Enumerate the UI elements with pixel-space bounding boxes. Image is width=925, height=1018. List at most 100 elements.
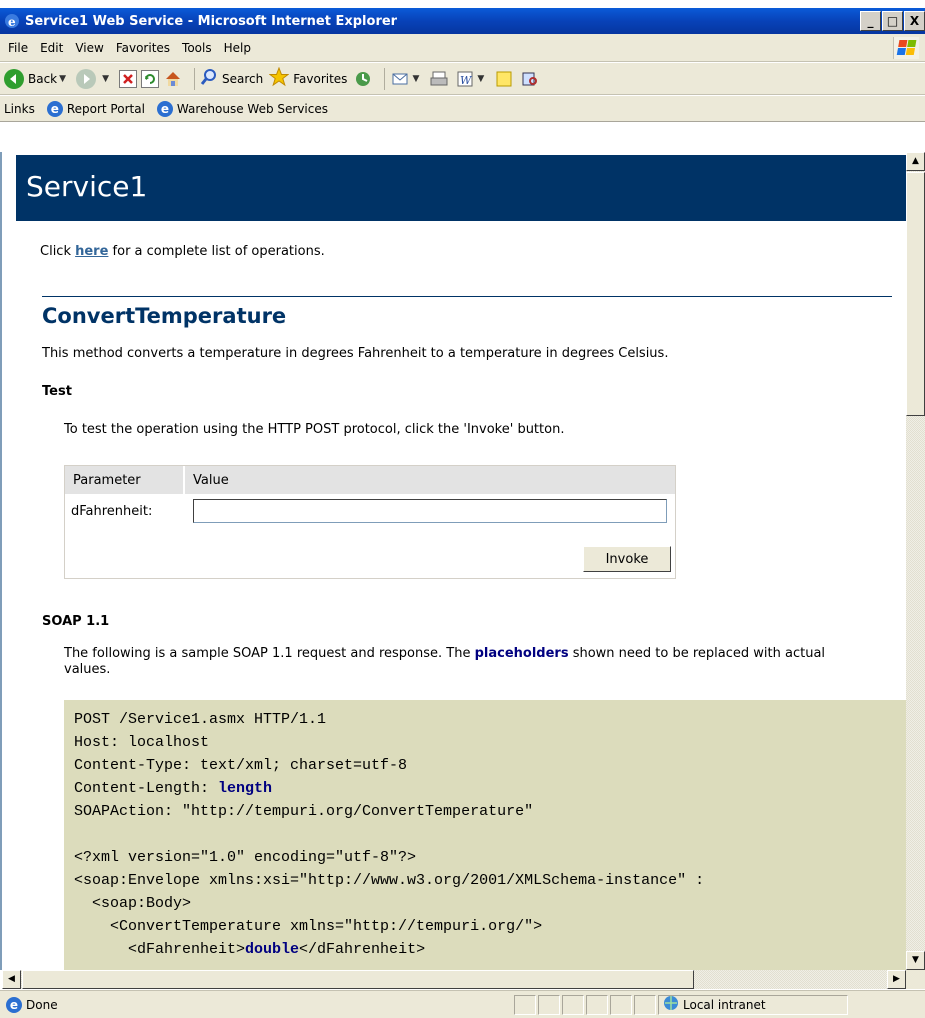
status-pane (610, 994, 632, 1015)
minimize-button[interactable]: _ (860, 11, 881, 31)
note-icon[interactable] (494, 69, 514, 89)
code-line: </dFahrenheit> (299, 941, 426, 958)
vertical-scroll-thumb[interactable] (906, 172, 925, 416)
service-banner: Service1 (16, 155, 906, 221)
scroll-right-button[interactable]: ▶ (887, 970, 906, 989)
links-bar: Links e Report Portal e Warehouse Web Se… (0, 96, 925, 122)
research-icon[interactable] (520, 69, 540, 89)
intro-prefix: Click (40, 244, 76, 259)
chevron-down-icon[interactable]: ▼ (477, 74, 484, 84)
code-line: <soap:Body> (74, 895, 192, 912)
search-button[interactable]: Search (200, 68, 263, 89)
windows-flag-icon (893, 37, 919, 59)
operations-list-link[interactable]: here (75, 244, 108, 259)
links-label: Links (4, 101, 35, 116)
search-label: Search (221, 71, 264, 86)
code-line: Content-Length: (74, 780, 219, 797)
search-icon (200, 68, 218, 89)
favorites-label: Favorites (293, 71, 348, 86)
intro-text: Click here for a complete list of operat… (40, 244, 325, 259)
menu-bar: File Edit View Favorites Tools Help (0, 34, 925, 62)
operation-title: ConvertTemperature (42, 304, 287, 328)
mail-icon[interactable]: ▼ (390, 69, 423, 89)
status-pane (538, 994, 560, 1015)
operation-description: This method converts a temperature in de… (42, 346, 669, 361)
status-bar: e Done Local intranet (0, 990, 925, 1018)
menu-edit[interactable]: Edit (40, 41, 63, 55)
scroll-down-button[interactable]: ▼ (906, 951, 925, 970)
code-placeholder-length: length (218, 780, 273, 797)
svg-text:e: e (8, 15, 16, 29)
toolbar-separator (193, 67, 195, 90)
ie-page-icon: e (6, 996, 22, 1013)
refresh-icon[interactable] (140, 69, 159, 88)
back-arrow-icon (4, 68, 24, 89)
code-line: <dFahrenheit> (74, 941, 246, 958)
soap-request-code: POST /Service1.asmx HTTP/1.1 Host: local… (64, 700, 906, 970)
page-viewport: Service1 Click here for a complete list … (0, 152, 906, 970)
scroll-up-button[interactable]: ▲ (906, 152, 925, 171)
status-text: Done (26, 997, 58, 1012)
ie-page-icon: e (156, 100, 173, 117)
zone-label: Local intranet (683, 997, 766, 1012)
param-row: dFahrenheit: (65, 494, 675, 528)
code-line: <ConvertTemperature xmlns="http://tempur… (74, 918, 543, 935)
favorites-button[interactable]: Favorites (268, 66, 348, 90)
home-icon[interactable] (163, 69, 183, 89)
link-report-portal[interactable]: Report Portal (67, 102, 145, 116)
ie-icon[interactable]: e (4, 13, 20, 29)
status-pane (634, 994, 656, 1015)
standard-toolbar: Back ▼ ▼ Search Favorites ▼ W ▼ (0, 63, 925, 95)
menu-file[interactable]: File (8, 41, 28, 55)
intro-suffix: for a complete list of operations. (108, 244, 325, 259)
local-intranet-icon (663, 995, 679, 1014)
back-button[interactable]: Back ▼ (4, 68, 70, 89)
stop-icon[interactable] (118, 69, 137, 88)
word-edit-icon[interactable]: W ▼ (455, 69, 488, 89)
history-icon[interactable] (353, 69, 373, 89)
back-label: Back (28, 71, 58, 86)
scroll-left-button[interactable]: ◀ (2, 970, 21, 989)
menu-view[interactable]: View (75, 41, 103, 55)
dfahrenheit-input[interactable] (193, 499, 667, 523)
horizontal-scroll-thumb[interactable] (22, 970, 694, 989)
svg-text:W: W (460, 74, 473, 87)
menu-help[interactable]: Help (224, 41, 251, 55)
status-pane (586, 994, 608, 1015)
invoke-button[interactable]: Invoke (583, 546, 671, 572)
horizontal-scrollbar[interactable]: ◀ ▶ (2, 970, 906, 989)
section-divider (42, 296, 892, 297)
soap-description: The following is a sample SOAP 1.1 reque… (64, 646, 864, 678)
title-bar: e Service1 Web Service - Microsoft Inter… (0, 8, 925, 34)
maximize-button[interactable]: □ (882, 11, 903, 31)
ie-page-icon: e (46, 100, 63, 117)
chevron-down-icon[interactable]: ▼ (102, 74, 109, 84)
code-placeholder-double: double (245, 941, 300, 958)
soap-heading: SOAP 1.1 (42, 614, 110, 629)
col-parameter: Parameter (65, 466, 185, 494)
forward-button[interactable]: ▼ (76, 68, 113, 89)
link-warehouse-web-services[interactable]: Warehouse Web Services (177, 102, 328, 116)
col-value: Value (193, 472, 229, 488)
code-line: SOAPAction: "http://tempuri.org/ConvertT… (74, 803, 534, 820)
security-zone[interactable]: Local intranet (658, 994, 848, 1015)
code-line: POST /Service1.asmx HTTP/1.1 (74, 711, 327, 728)
window-title: Service1 Web Service - Microsoft Interne… (25, 13, 398, 29)
chevron-down-icon[interactable]: ▼ (412, 74, 419, 84)
chevron-down-icon[interactable]: ▼ (59, 74, 66, 84)
dfahrenheit-label: dFahrenheit: (71, 503, 153, 519)
code-line: <?xml version="1.0" encoding="utf-8"?> (74, 849, 417, 866)
test-form: Parameter Value dFahrenheit: Invoke (64, 465, 676, 579)
test-heading: Test (42, 384, 72, 399)
close-button[interactable]: X (904, 11, 925, 31)
placeholders-term: placeholders (474, 646, 569, 661)
status-pane (562, 994, 584, 1015)
menu-favorites[interactable]: Favorites (116, 41, 170, 55)
forward-arrow-icon (76, 68, 97, 89)
menu-tools[interactable]: Tools (182, 41, 212, 55)
star-icon (268, 66, 290, 90)
vertical-scrollbar[interactable]: ▲ ▼ (906, 152, 925, 970)
status-text-area: e Done (4, 996, 514, 1013)
print-icon[interactable] (429, 69, 449, 89)
toolbar-separator (384, 67, 386, 90)
